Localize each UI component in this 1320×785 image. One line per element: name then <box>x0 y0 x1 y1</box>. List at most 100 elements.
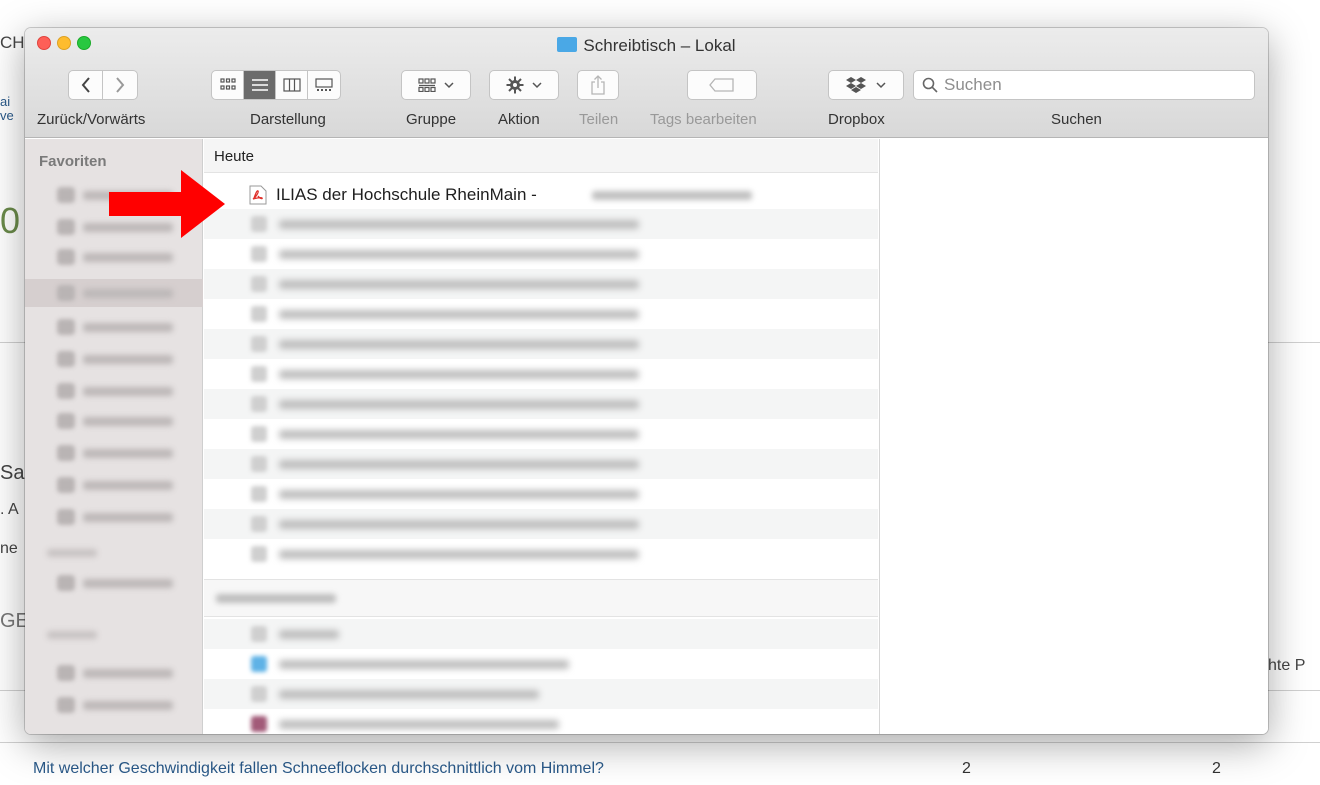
grid-icon <box>219 78 236 90</box>
file-icon <box>251 716 267 732</box>
sidebar-item[interactable] <box>25 471 203 499</box>
group-icon <box>418 78 436 92</box>
chevron-down-icon <box>876 82 886 89</box>
sidebar-item-label <box>83 579 173 588</box>
sidebar-item[interactable] <box>25 313 203 341</box>
sidebar-item[interactable] <box>25 659 203 687</box>
file-icon <box>251 276 267 292</box>
search-icon <box>922 77 938 93</box>
group-header-previous <box>204 579 878 617</box>
file-row[interactable] <box>204 389 878 419</box>
question-link[interactable]: Mit welcher Geschwindigkeit fallen Schne… <box>33 760 604 778</box>
file-icon <box>251 246 267 262</box>
dropbox-button[interactable] <box>828 70 904 100</box>
gallery-view-button[interactable] <box>308 71 340 99</box>
file-name-blurred <box>279 280 639 289</box>
group-header-label: Heute <box>214 148 255 165</box>
sidebar-item-icon <box>57 477 75 493</box>
file-name-blurred <box>279 660 569 669</box>
bg-divider <box>0 342 25 343</box>
sidebar-item[interactable] <box>25 503 203 531</box>
sidebar-section-heading <box>47 549 97 557</box>
file-row[interactable] <box>204 619 878 649</box>
file-row[interactable] <box>204 239 878 269</box>
sidebar-item-icon <box>57 249 75 265</box>
bg-text-fragment: hte P <box>1268 657 1306 674</box>
sidebar-item[interactable] <box>25 345 203 373</box>
column-view-button[interactable] <box>276 71 308 99</box>
bg-text-fragment: ne <box>0 540 18 557</box>
file-row[interactable] <box>204 679 878 709</box>
answer-count: 2 <box>1212 760 1221 777</box>
file-row[interactable] <box>204 269 878 299</box>
action-button[interactable] <box>489 70 559 100</box>
chevron-down-icon <box>532 82 542 89</box>
tags-label: Tags bearbeiten <box>650 111 757 128</box>
sidebar-item-label <box>83 417 173 426</box>
sidebar-item-icon <box>57 351 75 367</box>
nav-buttons <box>68 70 138 100</box>
file-row[interactable] <box>204 329 878 359</box>
sidebar-item[interactable] <box>25 691 203 719</box>
group-button[interactable] <box>401 70 471 100</box>
file-name-blurred <box>279 340 639 349</box>
file-icon <box>251 456 267 472</box>
share-label: Teilen <box>579 111 619 128</box>
sidebar-item-icon <box>57 219 75 235</box>
file-row-highlighted[interactable]: ILIAS der Hochschule RheinMain - <box>204 179 878 209</box>
group-header-label-blurred <box>216 594 336 603</box>
file-name-blurred <box>279 490 639 499</box>
sidebar-item[interactable] <box>25 439 203 467</box>
file-row[interactable] <box>204 359 878 389</box>
file-row[interactable] <box>204 539 878 569</box>
sidebar-item-icon <box>57 575 75 591</box>
file-row[interactable] <box>204 209 878 239</box>
search-input[interactable] <box>944 74 1244 96</box>
file-icon <box>251 516 267 532</box>
sidebar-section-heading <box>47 631 97 639</box>
sidebar-item[interactable] <box>25 407 203 435</box>
sidebar-item-selected[interactable] <box>25 279 203 307</box>
file-row[interactable] <box>204 299 878 329</box>
pdf-icon <box>249 185 267 205</box>
file-row[interactable] <box>204 479 878 509</box>
bg-divider <box>0 742 1320 743</box>
tags-button[interactable] <box>687 70 757 100</box>
sidebar-item[interactable] <box>25 377 203 405</box>
file-name-blurred <box>279 460 639 469</box>
bg-divider <box>1268 690 1320 691</box>
bg-text-fragment: . A <box>0 501 19 518</box>
file-row[interactable] <box>204 509 878 539</box>
sidebar-item[interactable] <box>25 569 203 597</box>
file-icon <box>251 546 267 562</box>
file-name-blurred <box>279 370 639 379</box>
list-view-button[interactable] <box>244 71 276 99</box>
file-icon <box>251 306 267 322</box>
bg-divider <box>1268 342 1320 343</box>
file-icon <box>251 366 267 382</box>
sidebar-item[interactable] <box>25 243 203 271</box>
redacted-text <box>592 191 752 200</box>
bg-text-fragment: CH <box>0 33 25 52</box>
columns-icon <box>282 78 301 92</box>
file-name-blurred <box>279 550 639 559</box>
chevron-right-icon <box>116 77 125 93</box>
file-row[interactable] <box>204 419 878 449</box>
view-switcher <box>211 70 341 100</box>
file-row[interactable] <box>204 449 878 479</box>
list-icon <box>251 79 268 91</box>
bg-text-fragment: ve <box>0 108 14 123</box>
file-name-blurred <box>279 220 639 229</box>
file-row[interactable] <box>204 709 878 734</box>
sidebar-item-label <box>83 387 173 396</box>
sidebar-item-icon <box>57 665 75 681</box>
icon-view-button[interactable] <box>212 71 244 99</box>
forward-button[interactable] <box>103 71 137 99</box>
sidebar-heading-favorites: Favoriten <box>39 153 107 170</box>
sidebar-item-icon <box>57 187 75 203</box>
file-row[interactable] <box>204 649 878 679</box>
share-button[interactable] <box>577 70 619 100</box>
toolbar: Schreibtisch – Lokal Zurück/Vorwärts Dar… <box>25 28 1268 138</box>
chevron-left-icon <box>81 77 90 93</box>
back-button[interactable] <box>69 71 103 99</box>
